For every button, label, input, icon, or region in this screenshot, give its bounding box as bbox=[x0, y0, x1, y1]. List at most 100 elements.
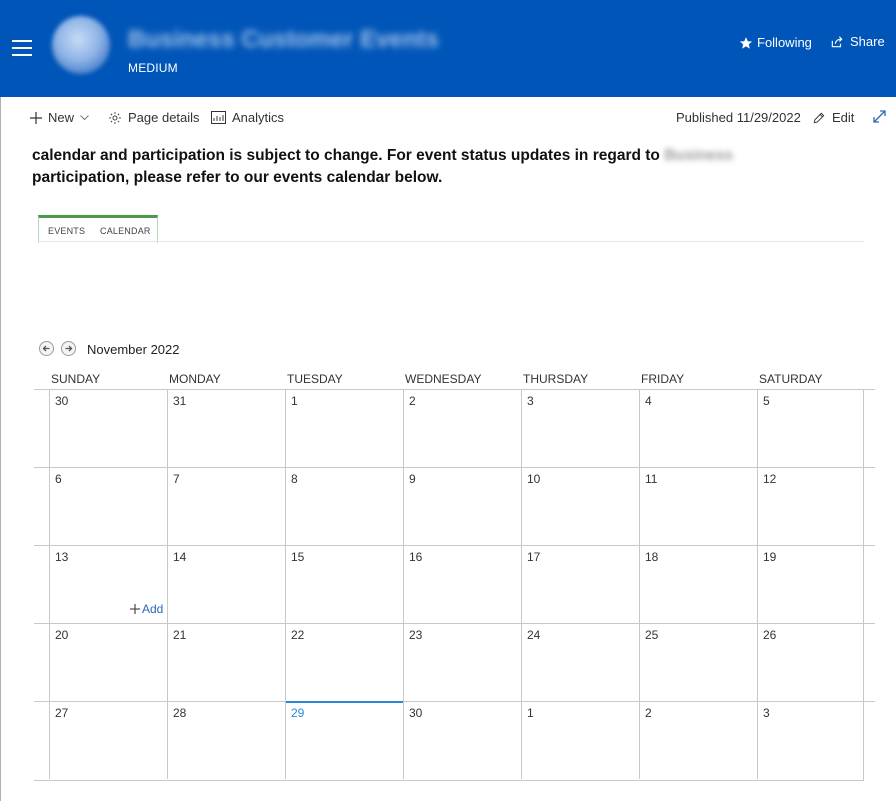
expand-button[interactable] bbox=[873, 110, 886, 123]
row-gutter-line bbox=[34, 545, 50, 546]
published-label: Published 11/29/2022 bbox=[676, 110, 801, 125]
day-number[interactable]: 26 bbox=[763, 628, 776, 642]
page-details-button[interactable]: Page details bbox=[108, 110, 200, 125]
day-number[interactable]: 22 bbox=[291, 628, 304, 642]
edit-button[interactable]: Edit bbox=[812, 110, 854, 125]
calendar-day-cell[interactable]: 18 bbox=[639, 545, 757, 623]
day-number[interactable]: 19 bbox=[763, 550, 776, 564]
day-number[interactable]: 29 bbox=[291, 706, 304, 720]
calendar-day-cell[interactable]: 9 bbox=[403, 467, 521, 545]
calendar-day-cell[interactable]: 8 bbox=[285, 467, 403, 545]
calendar-day-cell[interactable]: 28 bbox=[167, 701, 285, 779]
dayname-saturday: SATURDAY bbox=[759, 372, 823, 386]
calendar-day-cell[interactable]: 30 bbox=[49, 389, 167, 467]
site-title-redacted[interactable]: Business Customer Events bbox=[128, 26, 439, 54]
day-number[interactable]: 2 bbox=[409, 394, 416, 408]
arrow-left-icon bbox=[42, 345, 50, 352]
day-number[interactable]: 30 bbox=[409, 706, 422, 720]
plus-icon bbox=[130, 604, 140, 614]
dayname-monday: MONDAY bbox=[169, 372, 221, 386]
calendar-day-cell[interactable]: 20 bbox=[49, 623, 167, 701]
hamburger-icon[interactable] bbox=[12, 40, 32, 56]
day-number[interactable]: 23 bbox=[409, 628, 422, 642]
calendar-day-cell[interactable]: 24 bbox=[521, 623, 639, 701]
calendar-day-cell[interactable]: 4 bbox=[639, 389, 757, 467]
row-gutter-line bbox=[34, 389, 50, 390]
day-number[interactable]: 30 bbox=[55, 394, 68, 408]
day-number[interactable]: 31 bbox=[173, 394, 186, 408]
day-number[interactable]: 4 bbox=[645, 394, 652, 408]
tab-events[interactable]: EVENTS bbox=[48, 226, 85, 236]
prev-month-button[interactable] bbox=[39, 341, 54, 356]
calendar-day-cell[interactable]: 26 bbox=[757, 623, 875, 701]
published-status: Published 11/29/2022 bbox=[676, 110, 801, 125]
calendar-day-cell[interactable]: 14 Add bbox=[130, 545, 285, 623]
calendar-day-cell[interactable]: 6 bbox=[49, 467, 167, 545]
calendar-day-cell[interactable]: 21 bbox=[167, 623, 285, 701]
day-number[interactable]: 5 bbox=[763, 394, 770, 408]
site-logo[interactable] bbox=[52, 16, 110, 74]
day-number[interactable]: 12 bbox=[763, 472, 776, 486]
day-number[interactable]: 16 bbox=[409, 550, 422, 564]
calendar-day-cell[interactable]: 7 bbox=[167, 467, 285, 545]
day-number[interactable]: 14 bbox=[173, 550, 186, 564]
calendar-day-cell[interactable]: 15 bbox=[285, 545, 403, 623]
day-number[interactable]: 9 bbox=[409, 472, 416, 486]
day-number[interactable]: 3 bbox=[527, 394, 534, 408]
site-header: Business Customer Events MEDIUM Followin… bbox=[0, 0, 896, 97]
calendar-day-cell[interactable]: 2 bbox=[403, 389, 521, 467]
calendar-day-cell[interactable]: 3 bbox=[757, 701, 875, 779]
calendar-day-cell[interactable]: 11 bbox=[639, 467, 757, 545]
dayname-tuesday: TUESDAY bbox=[287, 372, 343, 386]
following-button[interactable]: Following bbox=[739, 35, 812, 50]
tab-strip: EVENTS CALENDAR bbox=[38, 215, 158, 243]
day-number[interactable]: 1 bbox=[527, 706, 534, 720]
calendar-day-cell[interactable]: 25 bbox=[639, 623, 757, 701]
calendar-day-cell[interactable]: 1 bbox=[285, 389, 403, 467]
calendar-day-cell[interactable]: 27 bbox=[49, 701, 167, 779]
day-number[interactable]: 11 bbox=[645, 472, 657, 486]
day-number[interactable]: 27 bbox=[55, 706, 68, 720]
calendar-day-cell[interactable]: 16 bbox=[403, 545, 521, 623]
dayname-friday: FRIDAY bbox=[641, 372, 685, 386]
calendar-day-cell-today[interactable]: 29 bbox=[285, 701, 403, 779]
next-month-button[interactable] bbox=[61, 341, 76, 356]
day-number[interactable]: 8 bbox=[291, 472, 298, 486]
gear-icon bbox=[109, 111, 121, 124]
day-number[interactable]: 18 bbox=[645, 550, 658, 564]
day-number[interactable]: 21 bbox=[173, 628, 186, 642]
calendar-day-cell[interactable]: 22 bbox=[285, 623, 403, 701]
calendar-day-cell[interactable]: 1 bbox=[521, 701, 639, 779]
day-number[interactable]: 13 bbox=[55, 550, 68, 564]
calendar-day-cell[interactable]: 23 bbox=[403, 623, 521, 701]
calendar-day-cell[interactable]: 19 bbox=[757, 545, 875, 623]
tab-calendar[interactable]: CALENDAR bbox=[100, 226, 151, 236]
calendar-day-cell[interactable]: 2 bbox=[639, 701, 757, 779]
day-number[interactable]: 6 bbox=[55, 472, 62, 486]
new-button[interactable]: New bbox=[30, 110, 89, 125]
day-number[interactable]: 28 bbox=[173, 706, 186, 720]
calendar-day-cell[interactable]: 31 bbox=[167, 389, 285, 467]
calendar-day-cell[interactable]: 10 bbox=[521, 467, 639, 545]
calendar-day-cell[interactable]: 3 bbox=[521, 389, 639, 467]
day-number[interactable]: 1 bbox=[291, 394, 298, 408]
dayname-wednesday: WEDNESDAY bbox=[405, 372, 482, 386]
calendar-day-cell[interactable]: 5 bbox=[757, 389, 875, 467]
day-number[interactable]: 3 bbox=[763, 706, 770, 720]
day-number[interactable]: 24 bbox=[527, 628, 540, 642]
day-number[interactable]: 15 bbox=[291, 550, 304, 564]
day-number[interactable]: 10 bbox=[527, 472, 540, 486]
share-button[interactable]: Share bbox=[830, 34, 885, 49]
day-number[interactable]: 20 bbox=[55, 628, 68, 642]
day-number[interactable]: 7 bbox=[173, 472, 180, 486]
chevron-down-icon bbox=[80, 114, 89, 120]
page-body-text: calendar and participation is subject to… bbox=[32, 145, 862, 189]
day-number[interactable]: 17 bbox=[527, 550, 540, 564]
add-event-link[interactable]: Add bbox=[130, 602, 163, 616]
calendar-day-cell[interactable]: 17 bbox=[521, 545, 639, 623]
day-number[interactable]: 2 bbox=[645, 706, 652, 720]
calendar-day-cell[interactable]: 12 bbox=[757, 467, 875, 545]
analytics-button[interactable]: Analytics bbox=[211, 110, 284, 125]
day-number[interactable]: 25 bbox=[645, 628, 658, 642]
calendar-day-cell[interactable]: 30 bbox=[403, 701, 521, 779]
